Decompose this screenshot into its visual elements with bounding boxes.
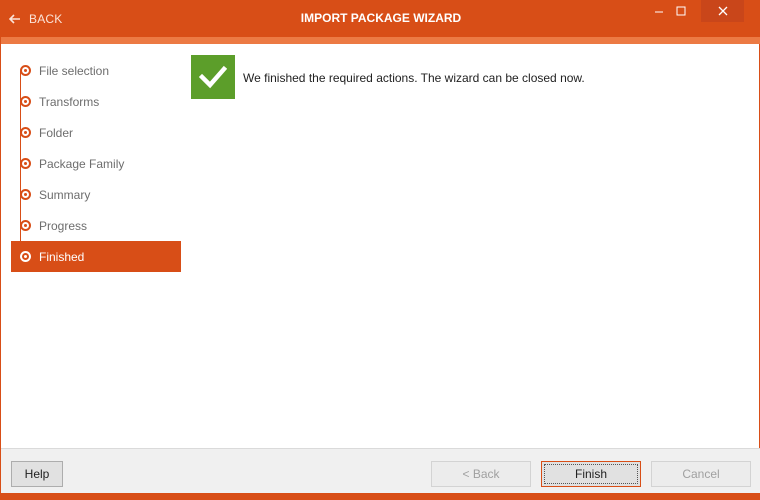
step-label: Transforms (39, 95, 100, 109)
step-marker-icon (20, 189, 31, 200)
back-link-label: BACK (29, 11, 63, 26)
step-label: Finished (39, 250, 85, 264)
step-marker-icon (20, 65, 31, 76)
step-label: Package Family (39, 157, 125, 171)
help-button[interactable]: Help (11, 461, 63, 487)
completion-message: We finished the required actions. The wi… (243, 71, 585, 85)
close-icon (718, 6, 727, 16)
step-label: File selection (39, 64, 110, 78)
step-marker-icon (20, 251, 31, 262)
cancel-button[interactable]: Cancel (651, 461, 751, 487)
close-button[interactable] (701, 0, 744, 22)
step-folder[interactable]: Folder (11, 117, 181, 148)
step-file-selection[interactable]: File selection (11, 55, 181, 86)
finish-button-label: Finish (574, 467, 607, 481)
step-marker-icon (20, 127, 31, 138)
wizard-window: BACK IMPORT PACKAGE WIZARD File selectio… (0, 0, 760, 500)
step-summary[interactable]: Summary (11, 179, 181, 210)
step-marker-icon (20, 96, 31, 107)
step-label: Summary (39, 188, 91, 202)
minimize-button[interactable] (649, 0, 669, 22)
arrow-left-icon (9, 13, 20, 24)
minimize-icon (655, 11, 663, 13)
back-link[interactable]: BACK (9, 0, 62, 37)
step-marker-icon (20, 220, 31, 231)
bottom-accent-bar (1, 493, 760, 500)
title-bar: BACK IMPORT PACKAGE WIZARD (1, 0, 760, 37)
step-progress[interactable]: Progress (11, 210, 181, 241)
button-bar: Help < Back Finish Cancel (1, 448, 760, 493)
step-transforms[interactable]: Transforms (11, 86, 181, 117)
maximize-icon (676, 6, 686, 16)
step-finished[interactable]: Finished (11, 241, 181, 272)
maximize-button[interactable] (671, 0, 691, 22)
checkmark-icon (191, 55, 235, 99)
wizard-steps-sidebar: File selection Transforms Folder Package… (11, 55, 181, 272)
back-button[interactable]: < Back (431, 461, 531, 487)
step-marker-icon (20, 158, 31, 169)
window-title: IMPORT PACKAGE WIZARD (300, 11, 462, 25)
step-label: Progress (39, 219, 88, 233)
accent-bar (1, 37, 760, 44)
finish-button[interactable]: Finish (541, 461, 641, 487)
step-package-family[interactable]: Package Family (11, 148, 181, 179)
step-label: Folder (39, 126, 74, 140)
